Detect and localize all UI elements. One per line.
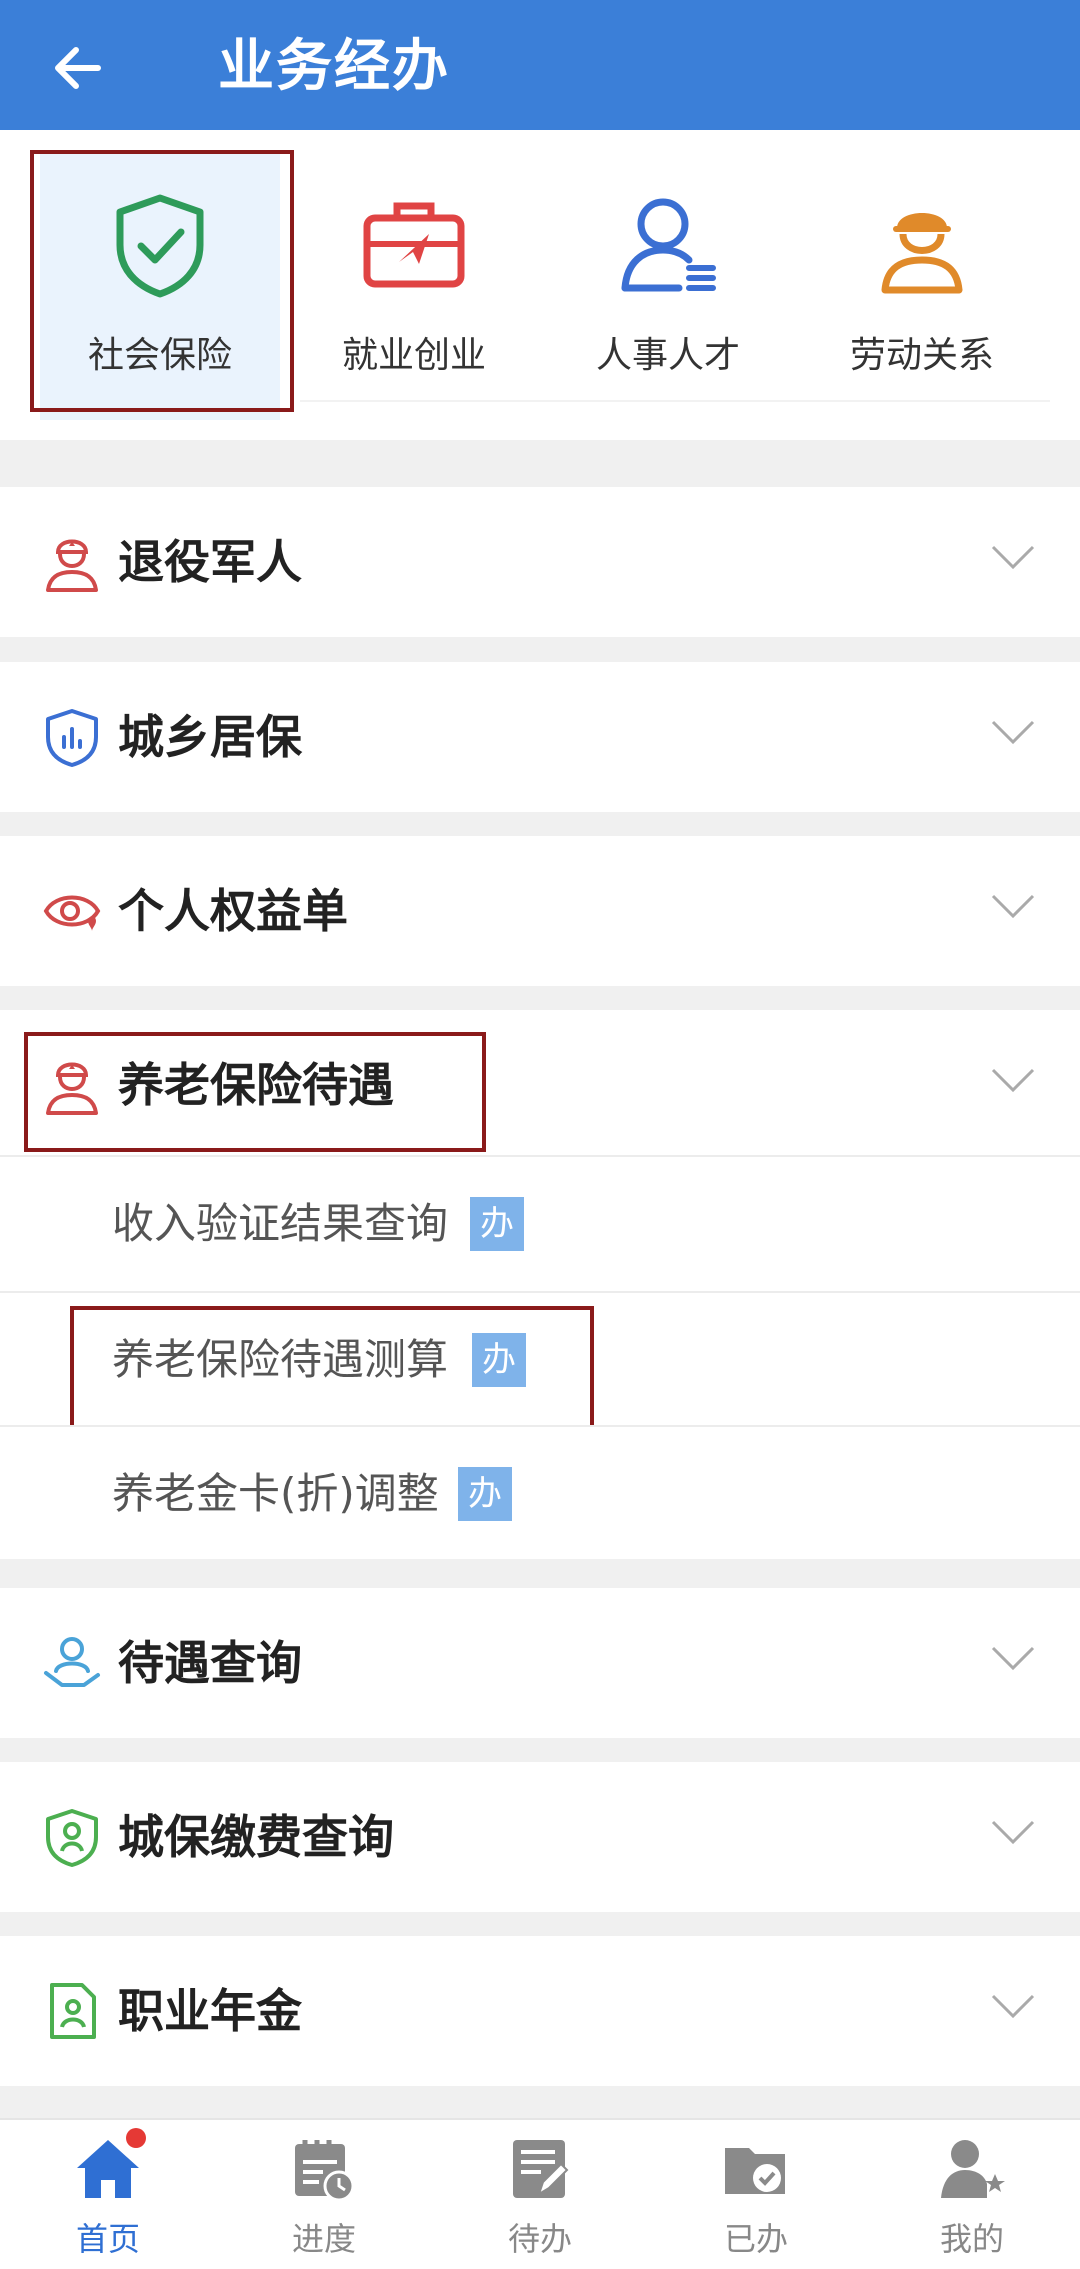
submenu-pension-card-adjust[interactable]: 养老金卡(折)调整 办 xyxy=(0,1427,1080,1559)
section-occupational-annuity[interactable]: 职业年金 xyxy=(0,1936,1080,2086)
chevron-down-icon xyxy=(991,1646,1035,1671)
submenu-income-verification[interactable]: 收入验证结果查询 办 xyxy=(0,1157,1080,1291)
notification-dot xyxy=(126,2128,146,2148)
submenu-label: 养老金卡(折)调整 xyxy=(112,1469,439,1518)
section-label: 个人权益单 xyxy=(118,884,348,938)
section-label: 职业年金 xyxy=(118,1984,302,2038)
section-label: 城保缴费查询 xyxy=(118,1810,394,1864)
category-hr-talent[interactable]: 人事人才 xyxy=(548,150,788,420)
highlight-box xyxy=(30,150,294,412)
user-star-icon xyxy=(941,2140,1005,2198)
app-header: 业务经办 xyxy=(0,0,1080,130)
category-employment[interactable]: 就业创业 xyxy=(294,150,534,420)
nav-todo[interactable]: 待办 xyxy=(460,2134,620,2264)
eye-heart-icon xyxy=(43,895,101,931)
category-labor-relations[interactable]: 劳动关系 xyxy=(802,150,1042,420)
nav-mine[interactable]: 我的 xyxy=(892,2134,1052,2264)
nav-label: 进度 xyxy=(291,2220,356,2258)
bottom-nav: 首页 进度 待办 已办 我的 xyxy=(0,2118,1080,2269)
document-person-icon xyxy=(50,1983,96,2039)
chevron-down-icon xyxy=(991,720,1035,745)
shield-chart-icon xyxy=(46,709,98,767)
category-label: 人事人才 xyxy=(595,335,740,376)
nav-label: 我的 xyxy=(939,2220,1004,2258)
section-label: 退役军人 xyxy=(118,535,302,589)
submenu-label: 收入验证结果查询 xyxy=(112,1199,449,1248)
nav-home[interactable]: 首页 xyxy=(28,2134,188,2264)
category-label: 劳动关系 xyxy=(849,335,994,376)
nav-label: 待办 xyxy=(507,2220,572,2258)
person-list-icon xyxy=(621,198,716,292)
nav-progress[interactable]: 进度 xyxy=(244,2134,404,2264)
handle-badge: 办 xyxy=(458,1467,512,1521)
highlight-box xyxy=(70,1306,594,1430)
arrow-left-icon[interactable] xyxy=(50,40,106,96)
chevron-down-icon xyxy=(991,1820,1035,1845)
chevron-down-icon xyxy=(991,545,1035,570)
divider xyxy=(300,400,1050,402)
handle-badge: 办 xyxy=(470,1197,524,1251)
section-benefit-query[interactable]: 待遇查询 xyxy=(0,1588,1080,1738)
nav-done[interactable]: 已办 xyxy=(676,2134,836,2264)
document-pen-icon xyxy=(513,2140,569,2198)
chevron-down-icon xyxy=(991,1068,1035,1093)
section-veterans[interactable]: 退役军人 xyxy=(0,487,1080,637)
page-title: 业务经办 xyxy=(218,34,450,99)
calendar-clock-icon xyxy=(295,2140,355,2202)
section-urban-rural-insurance[interactable]: 城乡居保 xyxy=(0,662,1080,812)
category-label: 就业创业 xyxy=(341,335,486,376)
folder-check-icon xyxy=(725,2148,785,2194)
nav-label: 已办 xyxy=(723,2220,788,2258)
nav-label: 首页 xyxy=(75,2220,140,2258)
soldier-icon xyxy=(46,539,98,592)
worker-helmet-icon xyxy=(881,213,963,294)
section-personal-rights[interactable]: 个人权益单 xyxy=(0,836,1080,986)
highlight-box xyxy=(24,1032,486,1152)
shield-person-icon xyxy=(46,1809,98,1867)
chevron-down-icon xyxy=(991,1994,1035,2019)
section-label: 城乡居保 xyxy=(118,710,302,764)
chevron-down-icon xyxy=(991,894,1035,919)
section-label: 待遇查询 xyxy=(118,1636,302,1690)
briefcase-icon xyxy=(363,202,465,288)
hand-person-icon xyxy=(44,1637,100,1687)
section-contribution-query[interactable]: 城保缴费查询 xyxy=(0,1762,1080,1912)
